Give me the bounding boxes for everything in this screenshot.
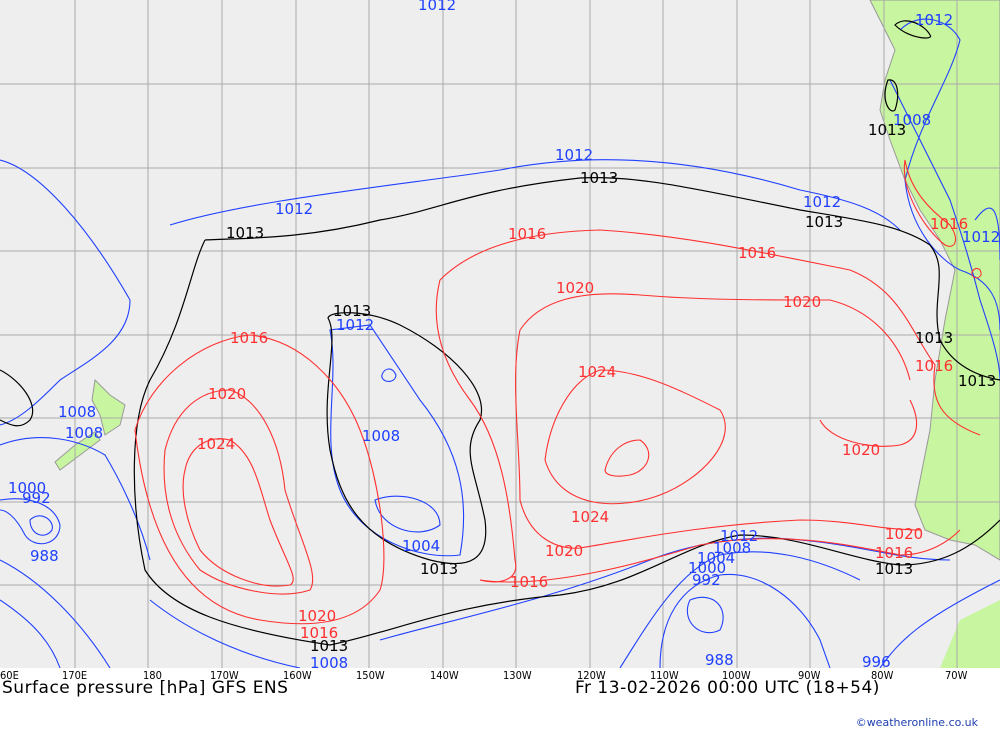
svg-text:1013: 1013 (868, 121, 906, 139)
svg-text:1020: 1020 (208, 385, 246, 403)
svg-text:1016: 1016 (915, 357, 953, 375)
credit-link[interactable]: ©weatheronline.co.uk (856, 716, 978, 729)
svg-text:1024: 1024 (571, 508, 609, 526)
svg-text:1013: 1013 (226, 224, 264, 242)
svg-text:1013: 1013 (875, 560, 913, 578)
svg-text:1013: 1013 (580, 169, 618, 187)
ocean (0, 0, 1000, 668)
svg-text:1012: 1012 (275, 200, 313, 218)
svg-text:1016: 1016 (510, 573, 548, 591)
svg-text:1016: 1016 (230, 329, 268, 347)
svg-text:130W: 130W (503, 669, 532, 682)
valid-time: Fr 13-02-2026 00:00 UTC (18+54) (575, 678, 880, 698)
svg-text:1020: 1020 (842, 441, 880, 459)
svg-text:1016: 1016 (300, 624, 338, 642)
svg-text:70W: 70W (945, 669, 968, 682)
svg-text:1016: 1016 (930, 215, 968, 233)
svg-text:1004: 1004 (402, 537, 440, 555)
svg-text:1016: 1016 (875, 544, 913, 562)
svg-text:140W: 140W (430, 669, 459, 682)
svg-text:1012: 1012 (418, 0, 456, 14)
svg-text:1020: 1020 (885, 525, 923, 543)
pressure-map: 1012 1012 1012 1012 1012 1012 1008 1008 … (0, 0, 1000, 668)
svg-text:1013: 1013 (958, 372, 996, 390)
svg-text:1020: 1020 (545, 542, 583, 560)
svg-text:1020: 1020 (556, 279, 594, 297)
svg-text:1016: 1016 (508, 225, 546, 243)
svg-text:150W: 150W (356, 669, 385, 682)
svg-text:1012: 1012 (555, 146, 593, 164)
svg-text:1020: 1020 (783, 293, 821, 311)
svg-text:1020: 1020 (298, 607, 336, 625)
svg-text:1012: 1012 (803, 193, 841, 211)
svg-text:992: 992 (22, 489, 51, 507)
svg-text:1008: 1008 (58, 403, 96, 421)
svg-text:988: 988 (30, 547, 59, 565)
svg-text:988: 988 (705, 651, 734, 668)
svg-text:1013: 1013 (805, 213, 843, 231)
svg-text:1013: 1013 (420, 560, 458, 578)
svg-text:1013: 1013 (333, 302, 371, 320)
svg-text:1013: 1013 (915, 329, 953, 347)
svg-text:1016: 1016 (738, 244, 776, 262)
svg-text:996: 996 (862, 653, 891, 668)
svg-text:1008: 1008 (65, 424, 103, 442)
svg-text:1024: 1024 (197, 435, 235, 453)
svg-text:992: 992 (692, 571, 721, 589)
svg-text:1008: 1008 (310, 654, 348, 668)
svg-text:1008: 1008 (362, 427, 400, 445)
svg-text:1012: 1012 (915, 11, 953, 29)
map-title: Surface pressure [hPa] GFS ENS (2, 678, 289, 698)
svg-text:1024: 1024 (578, 363, 616, 381)
